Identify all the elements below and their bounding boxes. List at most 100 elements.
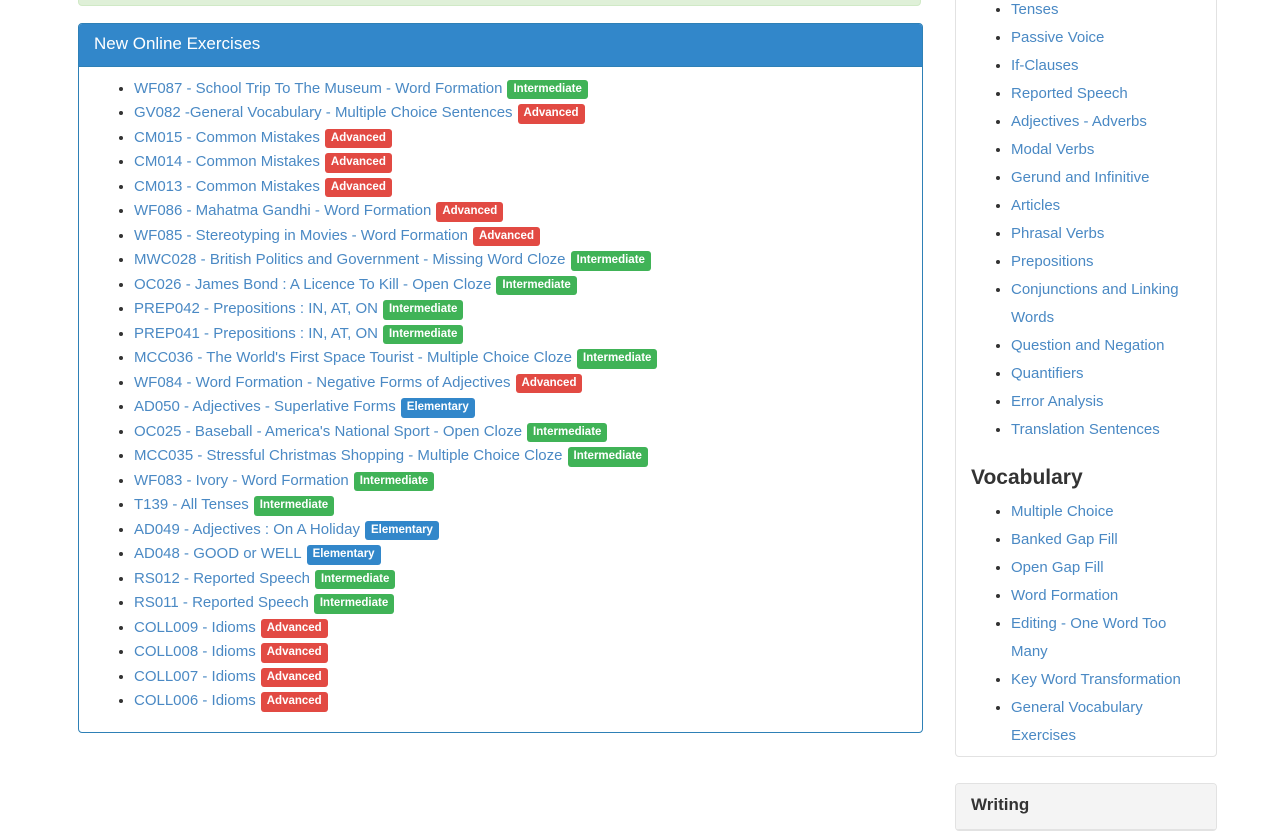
list-item: Banked Gap Fill (1011, 526, 1201, 554)
sidebar-item-link[interactable]: If-Clauses (1011, 57, 1079, 74)
level-badge: Advanced (325, 129, 392, 149)
exercise-link[interactable]: WF086 - Mahatma Gandhi - Word Formation (134, 202, 431, 219)
sidebar-item-link[interactable]: Passive Voice (1011, 29, 1104, 46)
writing-heading: Writing (971, 796, 1201, 815)
level-badge: Intermediate (577, 349, 657, 369)
list-item: Tenses (1011, 0, 1201, 24)
writing-panel-header: Writing (956, 784, 1216, 830)
exercise-link[interactable]: COLL006 - Idioms (134, 692, 256, 709)
exercise-link[interactable]: WF085 - Stereotyping in Movies - Word Fo… (134, 227, 468, 244)
list-item: Translation Sentences (1011, 416, 1201, 444)
sidebar-item-link[interactable]: Editing - One Word Too Many (1011, 615, 1166, 660)
list-item: CM014 - Common MistakesAdvanced (134, 150, 907, 175)
list-item: RS012 - Reported SpeechIntermediate (134, 567, 907, 592)
sidebar-item-link[interactable]: Tenses (1011, 1, 1059, 18)
sidebar-item-link[interactable]: Banked Gap Fill (1011, 531, 1118, 548)
list-item: Word Formation (1011, 582, 1201, 610)
panel-header: New Online Exercises (79, 24, 922, 67)
sidebar-item-link[interactable]: Quantifiers (1011, 365, 1084, 382)
list-item: Articles (1011, 192, 1201, 220)
exercise-link[interactable]: WF087 - School Trip To The Museum - Word… (134, 80, 502, 97)
exercise-link[interactable]: COLL008 - Idioms (134, 643, 256, 660)
sidebar-item-link[interactable]: Word Formation (1011, 587, 1118, 604)
sidebar-item-link[interactable]: Articles (1011, 197, 1060, 214)
exercise-link[interactable]: WF083 - Ivory - Word Formation (134, 472, 349, 489)
sidebar-item-link[interactable]: Adjectives - Adverbs (1011, 113, 1147, 130)
sidebar-item-link[interactable]: Key Word Transformation (1011, 671, 1181, 688)
exercise-link[interactable]: CM015 - Common Mistakes (134, 129, 320, 146)
sidebar-item-link[interactable]: General Vocabulary Exercises (1011, 699, 1143, 744)
list-item: PREP041 - Prepositions : IN, AT, ON Inter… (134, 322, 907, 347)
sidebar-item-link[interactable]: Modal Verbs (1011, 141, 1094, 158)
sidebar-item-link[interactable]: Question and Negation (1011, 337, 1164, 354)
list-item: Phrasal Verbs (1011, 220, 1201, 248)
list-item: Quantifiers (1011, 360, 1201, 388)
exercise-link[interactable]: MCC035 - Stressful Christmas Shopping - … (134, 447, 563, 464)
success-alert (78, 0, 921, 6)
sidebar-item-link[interactable]: Error Analysis (1011, 393, 1104, 410)
list-item: Reported Speech (1011, 80, 1201, 108)
sidebar-item-link[interactable]: Gerund and Infinitive (1011, 169, 1149, 186)
list-item: MCC036 - The World's First Space Tourist… (134, 346, 907, 371)
categories-panel: Grammar TensesPassive VoiceIf-ClausesRep… (955, 0, 1217, 757)
level-badge: Advanced (436, 202, 503, 222)
exercise-link[interactable]: GV082 -General Vocabulary - Multiple Cho… (134, 104, 513, 121)
level-badge: Intermediate (496, 276, 576, 296)
list-item: T139 - All TensesIntermediate (134, 493, 907, 518)
list-item: General Vocabulary Exercises (1011, 694, 1201, 750)
list-item: Error Analysis (1011, 388, 1201, 416)
level-badge: Advanced (261, 692, 328, 712)
list-item: WF086 - Mahatma Gandhi - Word Formation A… (134, 199, 907, 224)
level-badge: Intermediate (507, 80, 587, 100)
exercise-link[interactable]: AD048 - GOOD or WELL (134, 545, 302, 562)
sidebar-item-link[interactable]: Translation Sentences (1011, 421, 1160, 438)
list-item: Adjectives - Adverbs (1011, 108, 1201, 136)
list-item: If-Clauses (1011, 52, 1201, 80)
exercise-link[interactable]: COLL007 - Idioms (134, 668, 256, 685)
exercise-list: WF087 - School Trip To The Museum - Word… (94, 77, 907, 714)
list-item: COLL009 - IdiomsAdvanced (134, 616, 907, 641)
sidebar-item-link[interactable]: Open Gap Fill (1011, 559, 1104, 576)
list-item: Question and Negation (1011, 332, 1201, 360)
grammar-list: Tenses Passive Voice If-Clauses Reported Sp… (971, 0, 1201, 444)
level-badge: Intermediate (571, 251, 651, 271)
exercise-link[interactable]: MWC028 - British Politics and Government… (134, 251, 566, 268)
exercise-link[interactable]: T139 - All Tenses (134, 496, 249, 513)
list-item: Open Gap Fill (1011, 554, 1201, 582)
categories-panel-body: Grammar TensesPassive VoiceIf-ClausesRep… (956, 0, 1216, 762)
exercise-link[interactable]: OC026 - James Bond : A Licence To Kill -… (134, 276, 491, 293)
exercise-link[interactable]: PREP041 - Prepositions : IN, AT, ON (134, 325, 378, 342)
list-item: AD050 - Adjectives - Superlative Forms El… (134, 395, 907, 420)
level-badge: Elementary (307, 545, 381, 565)
level-badge: Advanced (261, 668, 328, 688)
exercise-link[interactable]: RS011 - Reported Speech (134, 594, 309, 611)
list-item: MCC035 - Stressful Christmas Shopping - … (134, 444, 907, 469)
exercise-link[interactable]: AD050 - Adjectives - Superlative Forms (134, 398, 396, 415)
list-item: GV082 -General Vocabulary - Multiple Cho… (134, 101, 907, 126)
exercise-link[interactable]: WF084 - Word Formation - Negative Forms … (134, 374, 511, 391)
exercise-link[interactable]: RS012 - Reported Speech (134, 570, 310, 587)
level-badge: Intermediate (527, 423, 607, 443)
level-badge: Elementary (401, 398, 475, 418)
sidebar-item-link[interactable]: Phrasal Verbs (1011, 225, 1104, 242)
list-item: PREP042 - Prepositions : IN, AT, ONInter… (134, 297, 907, 322)
exercise-link[interactable]: COLL009 - Idioms (134, 619, 256, 636)
exercise-link[interactable]: CM013 - Common Mistakes (134, 178, 320, 195)
list-item: Editing - One Word Too Many (1011, 610, 1201, 666)
list-item: RS011 - Reported SpeechIntermediate (134, 591, 907, 616)
sidebar-item-link[interactable]: Reported Speech (1011, 85, 1128, 102)
exercise-link[interactable]: PREP042 - Prepositions : IN, AT, ON (134, 300, 378, 317)
sidebar-item-link[interactable]: Conjunctions and Linking Words (1011, 281, 1179, 326)
list-item: WF087 - School Trip To The Museum - Word… (134, 77, 907, 102)
sidebar-item-link[interactable]: Multiple Choice (1011, 503, 1114, 520)
list-item: OC026 - James Bond : A Licence To Kill -… (134, 273, 907, 298)
level-badge: Intermediate (383, 325, 463, 345)
exercise-link[interactable]: CM014 - Common Mistakes (134, 153, 320, 170)
list-item: COLL008 - IdiomsAdvanced (134, 640, 907, 665)
level-badge: Advanced (325, 178, 392, 198)
exercise-link[interactable]: OC025 - Baseball - America's National Sp… (134, 423, 522, 440)
sidebar-item-link[interactable]: Prepositions (1011, 253, 1094, 270)
list-item: Key Word Transformation (1011, 666, 1201, 694)
exercise-link[interactable]: AD049 - Adjectives : On A Holiday (134, 521, 360, 538)
exercise-link[interactable]: MCC036 - The World's First Space Tourist… (134, 349, 572, 366)
